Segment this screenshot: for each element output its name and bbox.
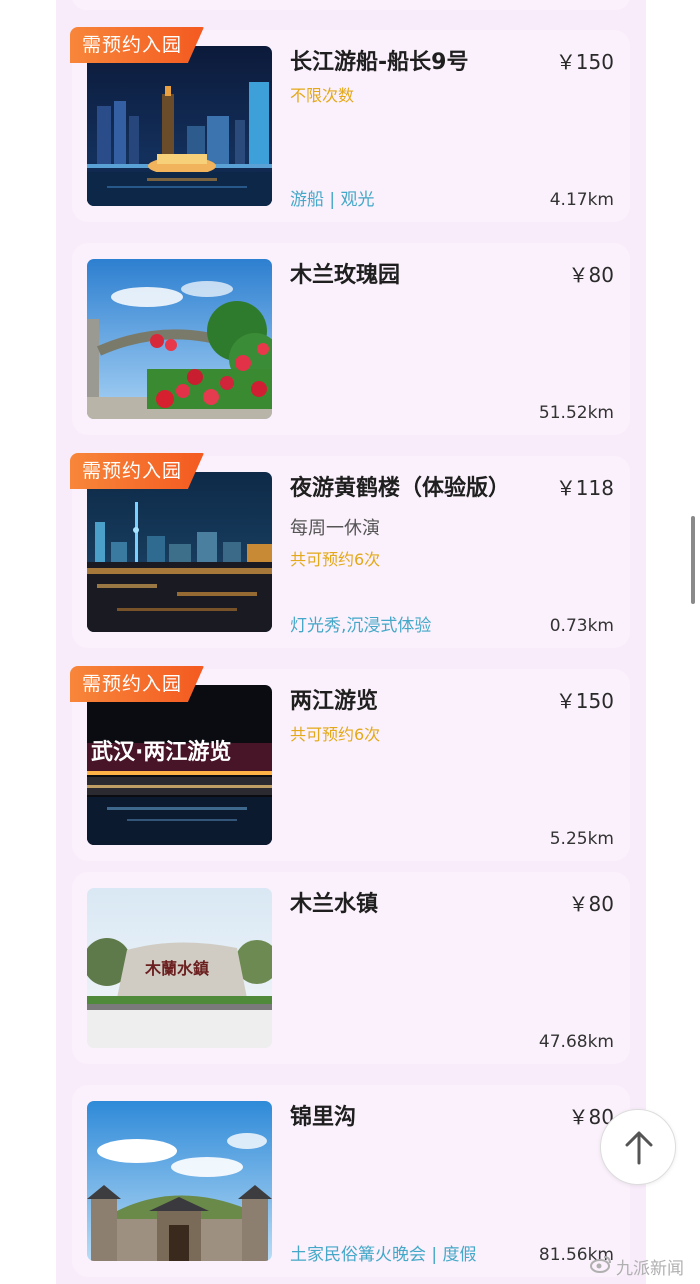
watermark-text: 九派新闻 [616,1258,684,1279]
attraction-price: ￥118 [555,476,614,500]
watermark: 九派新闻 [590,1254,684,1279]
attraction-card-two-rivers-tour[interactable]: 武汉·两江游览 需预约入园 两江游览 ￥150 共可预约6次 5.25km [70,666,630,861]
schedule-note: 每周一休演 [290,518,380,539]
previous-card-edge [72,0,630,10]
attraction-distance: 0.73km [549,616,614,636]
attraction-title: 木兰玫瑰园 [290,263,401,288]
reservation-required-badge: 需预约入园 [70,453,205,489]
neon-sign-text: 武汉·两江游览 [91,739,231,765]
attraction-card-changjiang-cruise[interactable]: 需预约入园 长江游船-船长9号 ￥150 不限次数 游船 | 观光 4.17km [70,27,630,222]
back-to-top-button[interactable] [600,1109,676,1185]
night-city-tower-photo [87,472,272,632]
attraction-price: ￥80 [568,892,614,916]
attraction-title: 锦里沟 [290,1105,357,1130]
booking-note: 共可预约6次 [290,725,381,744]
attraction-card-yellow-crane-tower-night[interactable]: 需预约入园 夜游黄鹤楼（体验版） ￥118 每周一休演 共可预约6次 灯光秀,沉… [70,453,630,648]
attraction-price: ￥150 [555,50,614,74]
neon-bridge-sign-photo: 武汉·两江游览 [87,685,272,845]
reservation-required-badge: 需预约入园 [70,666,205,702]
booking-note: 共可预约6次 [290,550,381,569]
attraction-list-panel: 需预约入园 长江游船-船长9号 ￥150 不限次数 游船 | 观光 4.17km [56,0,646,1284]
attraction-card-jinli-gou[interactable]: 锦里沟 ￥80 土家民俗篝火晚会 | 度假 81.56km [72,1085,630,1277]
attraction-price: ￥80 [568,263,614,287]
attraction-card-mulan-rose-garden[interactable]: 木兰玫瑰园 ￥80 51.52km [72,243,630,435]
attraction-title: 夜游黄鹤楼（体验版） [290,476,511,501]
attraction-distance: 47.68km [538,1032,614,1052]
scrollbar-thumb[interactable] [691,516,695,604]
attraction-distance: 51.52km [538,403,614,423]
night-river-skyline-photo [87,46,272,206]
attraction-tags: 游船 | 观光 [290,190,375,210]
attraction-title: 两江游览 [290,689,379,714]
traditional-gate-photo [87,1101,272,1261]
attraction-tags: 灯光秀,沉浸式体验 [290,616,432,636]
attraction-card-mulan-water-town[interactable]: 木蘭水鎮 木兰水镇 ￥80 47.68km [72,872,630,1064]
rose-garden-arch-photo [87,259,272,419]
attraction-price: ￥150 [555,689,614,713]
attraction-title: 木兰水镇 [290,892,379,917]
monument-inscription: 木蘭水鎮 [144,959,209,978]
attraction-tags: 土家民俗篝火晚会 | 度假 [290,1245,477,1265]
reservation-required-badge: 需预约入园 [70,27,205,63]
attraction-distance: 5.25km [549,829,614,849]
attraction-distance: 4.17km [549,190,614,210]
booking-note: 不限次数 [290,86,355,105]
attraction-title: 长江游船-船长9号 [290,50,469,75]
stone-monument-photo: 木蘭水鎮 [87,888,272,1048]
weibo-logo-icon [590,1254,612,1279]
